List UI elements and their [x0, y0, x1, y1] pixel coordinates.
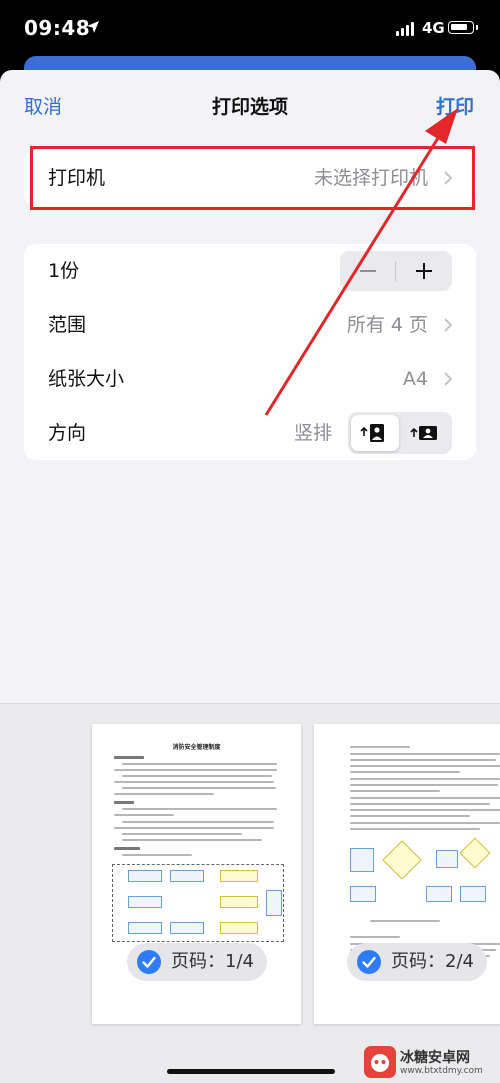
flowchart-node	[128, 870, 162, 882]
checkmark-icon	[137, 950, 161, 974]
battery-icon	[448, 21, 474, 34]
flowchart-node	[220, 896, 258, 908]
checkmark-icon	[357, 950, 381, 974]
copies-row: 1份	[24, 244, 476, 298]
minus-icon	[360, 270, 376, 272]
flowchart-node	[426, 886, 452, 902]
orientation-row: 方向 竖排	[24, 406, 476, 460]
text-line	[114, 847, 140, 850]
text-line	[350, 815, 470, 817]
orientation-label: 方向	[48, 422, 87, 444]
text-line	[114, 781, 274, 783]
watermark-url: www.btxtdmy.com	[400, 1066, 483, 1076]
text-line	[114, 801, 134, 804]
flowchart-node	[266, 890, 282, 916]
landscape-option[interactable]	[401, 415, 449, 451]
text-line	[350, 822, 500, 824]
increment-button[interactable]	[396, 251, 452, 291]
status-time: 09:48	[24, 16, 91, 40]
chevron-right-icon	[444, 372, 452, 386]
watermark-name: 冰糖安卓网	[400, 1050, 470, 1066]
flowchart-decision	[382, 840, 422, 880]
text-line	[350, 803, 490, 805]
text-line	[350, 936, 400, 938]
flowchart-node	[128, 922, 162, 934]
flowchart-node	[170, 870, 204, 882]
text-line	[350, 797, 500, 799]
preview-area: 消防安全管理制度 页码：1/4 页码：2/4	[0, 703, 500, 1083]
orientation-value: 竖排	[294, 422, 333, 444]
print-options-sheet: 取消 打印选项 打印 打印机 未选择打印机 1份 范围 所有 4 页 纸张大小 …	[0, 70, 500, 1083]
page-badge-1: 页码：1/4	[127, 943, 267, 981]
copies-label: 1份	[48, 260, 80, 282]
text-line	[122, 821, 274, 823]
portrait-option[interactable]	[351, 415, 399, 451]
page-title: 打印选项	[211, 96, 288, 118]
text-line	[122, 775, 272, 777]
text-line	[122, 808, 277, 810]
page-number-label: 页码：2/4	[391, 951, 474, 972]
flowchart-node	[350, 886, 376, 902]
text-line	[122, 833, 242, 835]
cellular-signal-icon	[396, 22, 416, 36]
text-line	[370, 920, 440, 922]
text-line	[114, 814, 174, 816]
paper-size-value: A4	[402, 368, 428, 390]
text-line	[114, 756, 144, 759]
text-line	[350, 784, 498, 786]
text-line	[122, 763, 277, 765]
flowchart-node	[220, 922, 258, 934]
text-line	[350, 771, 460, 773]
chevron-right-icon	[444, 318, 452, 332]
flowchart-node	[436, 850, 458, 868]
text-line	[350, 765, 500, 767]
text-line	[350, 746, 410, 748]
landscape-icon	[410, 426, 437, 440]
page-number-label: 页码：1/4	[171, 951, 254, 972]
printer-highlight-box	[30, 146, 475, 210]
orientation-segmented-control	[348, 412, 452, 454]
portrait-icon	[360, 424, 384, 442]
document-title: 消防安全管理制度	[172, 744, 221, 751]
flowchart-node	[350, 848, 374, 872]
decrement-button[interactable]	[340, 251, 396, 291]
plus-icon	[416, 263, 432, 279]
text-line	[122, 787, 276, 789]
text-line	[350, 753, 500, 755]
flowchart-node	[128, 896, 162, 908]
watermark-logo-icon	[364, 1046, 396, 1078]
text-line	[350, 790, 440, 792]
text-line	[350, 828, 480, 830]
paper-size-label: 纸张大小	[48, 368, 125, 390]
range-row[interactable]: 范围 所有 4 页	[24, 298, 476, 352]
print-button[interactable]: 打印	[436, 92, 474, 119]
status-bar: 09:48 4G	[0, 0, 500, 60]
text-line	[350, 809, 500, 811]
text-line	[350, 759, 496, 761]
text-line	[122, 839, 262, 841]
flowchart-decision	[459, 837, 491, 869]
text-line	[114, 827, 274, 829]
text-line	[122, 854, 192, 856]
battery-cap	[476, 25, 478, 30]
flowchart-node	[220, 870, 258, 882]
text-line	[350, 778, 500, 780]
location-arrow-icon	[87, 21, 99, 33]
text-line	[114, 769, 277, 771]
network-type: 4G	[422, 19, 445, 37]
options-card: 1份 范围 所有 4 页 纸张大小 A4 方向 竖排	[24, 244, 476, 460]
watermark: 冰糖安卓网 www.btxtdmy.com	[364, 1046, 500, 1083]
text-line	[114, 793, 214, 795]
copies-stepper[interactable]	[340, 251, 452, 291]
paper-size-row[interactable]: 纸张大小 A4	[24, 352, 476, 406]
page-badge-2: 页码：2/4	[347, 943, 487, 981]
flowchart-node	[170, 922, 204, 934]
home-indicator[interactable]	[167, 1069, 335, 1074]
flowchart-node	[460, 886, 486, 902]
range-label: 范围	[48, 314, 87, 336]
range-value: 所有 4 页	[346, 314, 428, 336]
